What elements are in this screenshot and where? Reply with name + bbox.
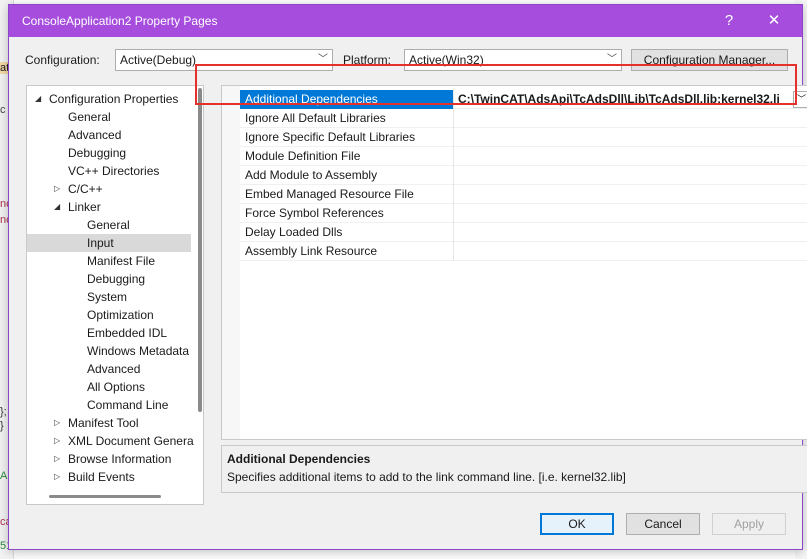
column-divider: [453, 223, 454, 242]
tree-item[interactable]: ▷ XML Document Genera: [27, 432, 194, 450]
tree-item[interactable]: Debugging: [27, 144, 191, 162]
configuration-value: Active(Debug): [120, 53, 197, 67]
property-name: Add Module to Assembly: [245, 168, 378, 182]
tree-item-label: Windows Metadata: [87, 344, 190, 358]
property-grid: Additional Dependencies C:\TwinCAT\AdsApi…: [221, 85, 807, 440]
help-icon[interactable]: ?: [717, 11, 741, 31]
tree-item-label: General: [68, 110, 111, 124]
annotation-highlight-box: [195, 64, 797, 105]
dialog-title: ConsoleApplication2 Property Pages: [22, 14, 218, 28]
tree-item[interactable]: Windows Metadata: [27, 342, 191, 360]
tree-item-label: Embedded IDL: [87, 326, 168, 340]
description-title: Additional Dependencies: [227, 452, 371, 466]
tree-item-label: Debugging: [68, 146, 127, 160]
column-divider: [453, 128, 454, 147]
property-row[interactable]: Add Module to Assembly: [240, 166, 807, 185]
tree-horizontal-scrollbar[interactable]: [49, 495, 161, 498]
tree-item[interactable]: Advanced: [27, 360, 191, 378]
tree-item[interactable]: ▷ Build Events: [27, 468, 191, 486]
property-row[interactable]: Assembly Link Resource: [240, 242, 807, 261]
column-divider: [453, 242, 454, 261]
configuration-label: Configuration:: [25, 53, 100, 67]
column-divider: [453, 166, 454, 185]
property-name: Module Definition File: [245, 149, 361, 163]
property-row[interactable]: Force Symbol References: [240, 204, 807, 223]
bg-fragment: };: [0, 406, 7, 418]
tree-item-label: Input: [87, 236, 114, 250]
tree-item-label: Browse Information: [68, 452, 172, 466]
tree-item-label: Advanced: [87, 362, 141, 376]
property-name: Embed Managed Resource File: [245, 187, 414, 201]
expanded-arrow-icon[interactable]: ◢: [54, 198, 60, 216]
column-divider: [453, 185, 454, 204]
property-row[interactable]: Ignore Specific Default Libraries: [240, 128, 807, 147]
tree-item[interactable]: General: [27, 216, 191, 234]
tree-item[interactable]: System: [27, 288, 191, 306]
expanded-arrow-icon[interactable]: ◢: [35, 90, 41, 108]
tree-item-label: Command Line: [87, 398, 169, 412]
tree-item[interactable]: ◢ Configuration Properties: [27, 90, 191, 108]
tree-item-label: Manifest Tool: [68, 416, 139, 430]
description-text: Specifies additional items to add to the…: [227, 470, 626, 484]
tree-item-label: All Options: [87, 380, 146, 394]
tree-item[interactable]: Command Line: [27, 396, 191, 414]
column-divider: [453, 109, 454, 128]
tree-item[interactable]: Debugging: [27, 270, 191, 288]
tree-item[interactable]: Optimization: [27, 306, 191, 324]
tree-item-label: Debugging: [87, 272, 146, 286]
tree-vertical-scrollbar[interactable]: [198, 88, 202, 412]
close-icon[interactable]: ✕: [762, 11, 786, 31]
tree-item[interactable]: Manifest File: [27, 252, 191, 270]
column-divider: [453, 204, 454, 223]
collapsed-arrow-icon[interactable]: ▷: [54, 180, 60, 198]
tree-item[interactable]: General: [27, 108, 191, 126]
description-panel: Additional Dependencies Specifies additi…: [221, 445, 807, 493]
tree-item-label: Configuration Properties: [49, 92, 179, 106]
tree-item[interactable]: ◢ Linker: [27, 198, 191, 216]
tree-item-label: C/C++: [68, 182, 103, 196]
tree-item[interactable]: Advanced: [27, 126, 191, 144]
tree-item[interactable]: Input: [27, 234, 191, 252]
tree-item-label: General: [87, 218, 130, 232]
property-row[interactable]: Ignore All Default Libraries: [240, 109, 807, 128]
collapsed-arrow-icon[interactable]: ▷: [54, 432, 60, 450]
title-bar[interactable]: ConsoleApplication2 Property Pages ? ✕: [9, 5, 802, 37]
property-row[interactable]: Module Definition File: [240, 147, 807, 166]
column-divider: [453, 147, 454, 166]
cancel-button[interactable]: Cancel: [626, 513, 700, 535]
tree-item-label: Advanced: [68, 128, 122, 142]
tree-item[interactable]: Embedded IDL: [27, 324, 191, 342]
collapsed-arrow-icon[interactable]: ▷: [54, 468, 60, 486]
property-name: Assembly Link Resource: [245, 244, 378, 258]
tree-item-label: VC++ Directories: [68, 164, 160, 178]
property-row[interactable]: Delay Loaded Dlls: [240, 223, 807, 242]
ok-button[interactable]: OK: [540, 513, 614, 535]
property-tree[interactable]: ◢ Configuration Properties General Advanced…: [26, 85, 204, 505]
tree-item-label: Manifest File: [87, 254, 156, 268]
tree-item[interactable]: VC++ Directories: [27, 162, 191, 180]
apply-button[interactable]: Apply: [712, 513, 786, 535]
property-name: Ignore All Default Libraries: [245, 111, 386, 125]
tree-item-label: XML Document Genera: [68, 434, 194, 448]
bg-fragment: c: [0, 104, 6, 116]
tree-item-label: System: [87, 290, 128, 304]
tree-item-label: Build Events: [68, 470, 135, 484]
property-name: Delay Loaded Dlls: [245, 225, 343, 239]
collapsed-arrow-icon[interactable]: ▷: [54, 414, 60, 432]
tree-item[interactable]: ▷ Browse Information: [27, 450, 191, 468]
tree-item-label: Linker: [68, 200, 101, 214]
property-name: Ignore Specific Default Libraries: [245, 130, 416, 144]
tree-item-label: Optimization: [87, 308, 154, 322]
tree-item[interactable]: All Options: [27, 378, 191, 396]
tree-item[interactable]: ▷ C/C++: [27, 180, 191, 198]
bg-fragment: }: [0, 420, 4, 432]
property-row[interactable]: Embed Managed Resource File: [240, 185, 807, 204]
grid-margin: [222, 86, 240, 439]
tree-item[interactable]: ▷ Manifest Tool: [27, 414, 191, 432]
collapsed-arrow-icon[interactable]: ▷: [54, 450, 60, 468]
property-name: Force Symbol References: [245, 206, 384, 220]
